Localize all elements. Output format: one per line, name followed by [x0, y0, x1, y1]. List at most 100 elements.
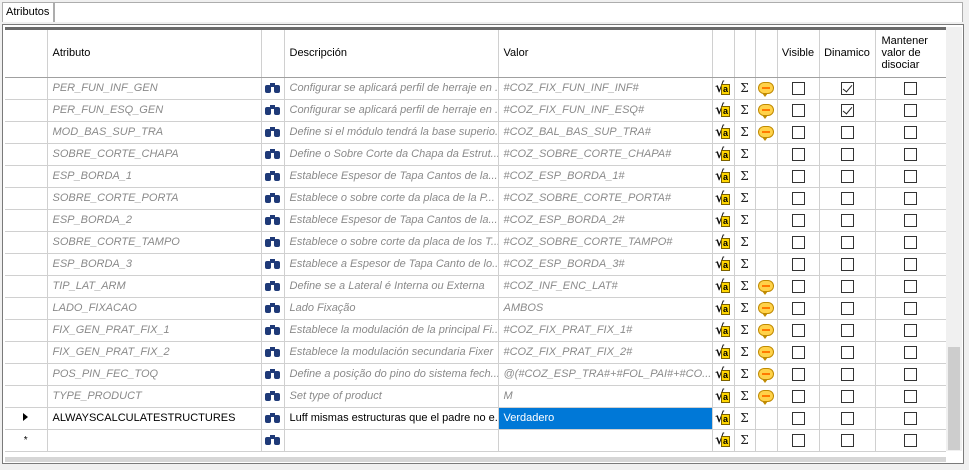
- cell-search[interactable]: [261, 121, 285, 144]
- cell-formula[interactable]: √ a: [712, 319, 735, 342]
- dinamico-checkbox[interactable]: [840, 191, 854, 205]
- cell-comment[interactable]: [755, 407, 778, 430]
- cell-comment[interactable]: [755, 209, 778, 232]
- cell-sum[interactable]: Σ: [734, 385, 756, 408]
- cell-mantener[interactable]: [875, 77, 946, 100]
- cell-formula[interactable]: √ a: [712, 99, 735, 122]
- visible-checkbox[interactable]: [791, 411, 805, 425]
- sigma-icon[interactable]: Σ: [740, 367, 748, 381]
- dinamico-checkbox[interactable]: [840, 81, 854, 95]
- cell-comment[interactable]: [755, 231, 778, 254]
- cell-mantener[interactable]: [875, 143, 946, 166]
- cell-search[interactable]: [261, 165, 285, 188]
- cell-comment[interactable]: [755, 77, 778, 100]
- mantener-checkbox[interactable]: [904, 411, 917, 425]
- cell-atributo[interactable]: PER_FUN_INF_GEN: [47, 77, 262, 100]
- sigma-icon[interactable]: Σ: [740, 279, 748, 293]
- sqrt-formula-icon[interactable]: √ a: [715, 256, 731, 272]
- table-row[interactable]: PER_FUN_ESQ_GEN Configurar se aplicará pe…: [5, 99, 946, 122]
- cell-mantener[interactable]: [875, 385, 946, 408]
- table-row[interactable]: ALWAYSCALCULATESTRUCTURES Luff mismas est…: [5, 407, 946, 430]
- cell-mantener[interactable]: [875, 121, 946, 144]
- cell-mantener[interactable]: [875, 187, 946, 210]
- cell-mantener[interactable]: [875, 297, 946, 320]
- sigma-icon[interactable]: Σ: [740, 411, 748, 425]
- cell-comment[interactable]: [755, 253, 778, 276]
- binoculars-icon[interactable]: [265, 390, 280, 402]
- speech-bubble-icon[interactable]: [758, 302, 774, 318]
- sigma-icon[interactable]: Σ: [740, 125, 748, 139]
- visible-checkbox[interactable]: [791, 147, 805, 161]
- cell-descripcion[interactable]: Define o Sobre Corte da Chapa da Estrut.…: [284, 143, 499, 166]
- dinamico-checkbox[interactable]: [840, 169, 854, 183]
- col-header-comment[interactable]: [755, 30, 778, 78]
- cell-dinamico[interactable]: [819, 77, 876, 100]
- binoculars-icon[interactable]: [265, 346, 280, 358]
- sqrt-formula-icon[interactable]: √ a: [715, 168, 731, 184]
- visible-checkbox[interactable]: [791, 301, 805, 315]
- cell-valor[interactable]: Verdadero: [498, 407, 713, 430]
- cell-atributo[interactable]: PER_FUN_ESQ_GEN: [47, 99, 262, 122]
- sigma-icon[interactable]: Σ: [740, 169, 748, 183]
- visible-checkbox[interactable]: [791, 103, 805, 117]
- col-header-dinamico[interactable]: Dinamico: [819, 30, 876, 78]
- table-row[interactable]: FIX_GEN_PRAT_FIX_1 Establece la modulació…: [5, 319, 946, 342]
- table-row[interactable]: SOBRE_CORTE_PORTA Establece o sobre corte…: [5, 187, 946, 210]
- visible-checkbox[interactable]: [791, 257, 805, 271]
- binoculars-icon[interactable]: [265, 82, 280, 94]
- binoculars-icon[interactable]: [265, 412, 280, 424]
- cell-dinamico[interactable]: [819, 165, 876, 188]
- speech-bubble-icon[interactable]: [758, 346, 774, 362]
- cell-dinamico[interactable]: [819, 143, 876, 166]
- cell-formula[interactable]: √ a: [712, 209, 735, 232]
- binoculars-icon[interactable]: [265, 302, 280, 314]
- cell-dinamico[interactable]: [819, 297, 876, 320]
- dinamico-checkbox[interactable]: [840, 367, 854, 381]
- cell-visible[interactable]: [777, 143, 820, 166]
- col-header-atributo[interactable]: Atributo: [47, 30, 262, 78]
- cell-formula[interactable]: √ a: [712, 165, 735, 188]
- dinamico-checkbox[interactable]: [840, 411, 854, 425]
- cell-mantener[interactable]: [875, 319, 946, 342]
- sqrt-formula-icon[interactable]: √ a: [715, 146, 731, 162]
- mantener-checkbox[interactable]: [904, 213, 917, 227]
- cell-visible[interactable]: [777, 77, 820, 100]
- cell-sum[interactable]: Σ: [734, 77, 756, 100]
- dinamico-checkbox[interactable]: [840, 389, 854, 403]
- col-header-visible[interactable]: Visible: [777, 30, 820, 78]
- cell-sum[interactable]: Σ: [734, 231, 756, 254]
- cell-formula[interactable]: √ a: [712, 231, 735, 254]
- sigma-icon[interactable]: Σ: [740, 389, 748, 403]
- cell-search[interactable]: [261, 143, 285, 166]
- visible-checkbox[interactable]: [791, 213, 805, 227]
- cell-atributo[interactable]: FIX_GEN_PRAT_FIX_1: [47, 319, 262, 342]
- cell-mantener[interactable]: [875, 429, 946, 452]
- dinamico-checkbox[interactable]: [840, 125, 854, 139]
- mantener-checkbox[interactable]: [904, 323, 917, 337]
- table-row[interactable]: ESP_BORDA_2 Establece Espesor de Tapa Can…: [5, 209, 946, 232]
- cell-atributo[interactable]: ESP_BORDA_3: [47, 253, 262, 276]
- cell-dinamico[interactable]: [819, 253, 876, 276]
- row-header[interactable]: [5, 231, 48, 254]
- sqrt-formula-icon[interactable]: √ a: [715, 344, 731, 360]
- row-header[interactable]: *: [5, 429, 48, 452]
- binoculars-icon[interactable]: [265, 236, 280, 248]
- dinamico-checkbox[interactable]: [840, 147, 854, 161]
- cell-atributo[interactable]: SOBRE_CORTE_CHAPA: [47, 143, 262, 166]
- cell-descripcion[interactable]: Establece o sobre corte da placa de los …: [284, 231, 499, 254]
- visible-checkbox[interactable]: [791, 345, 805, 359]
- row-header[interactable]: [5, 385, 48, 408]
- mantener-checkbox[interactable]: [904, 279, 917, 293]
- cell-comment[interactable]: [755, 187, 778, 210]
- cell-search[interactable]: [261, 209, 285, 232]
- cell-comment[interactable]: [755, 99, 778, 122]
- cell-descripcion[interactable]: Define a posição do pino do sistema fech…: [284, 363, 499, 386]
- cell-atributo[interactable]: SOBRE_CORTE_TAMPO: [47, 231, 262, 254]
- cell-mantener[interactable]: [875, 407, 946, 430]
- cell-dinamico[interactable]: [819, 429, 876, 452]
- cell-sum[interactable]: Σ: [734, 429, 756, 452]
- cell-formula[interactable]: √ a: [712, 121, 735, 144]
- cell-search[interactable]: [261, 297, 285, 320]
- cell-descripcion[interactable]: Establece la modulación de la principal …: [284, 319, 499, 342]
- visible-checkbox[interactable]: [791, 367, 805, 381]
